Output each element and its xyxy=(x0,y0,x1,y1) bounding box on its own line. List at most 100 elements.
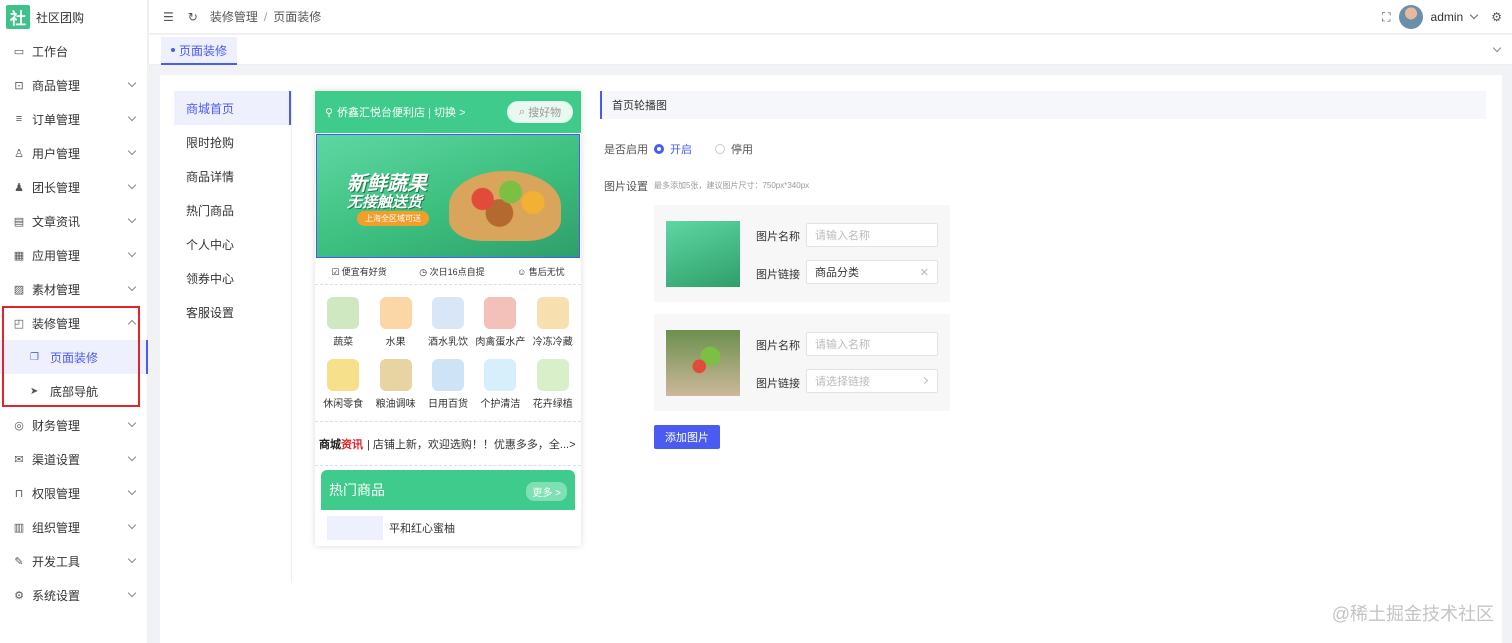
preview-search[interactable]: ⌕ 搜好物 xyxy=(507,101,573,123)
sidebar-item-after-3[interactable]: ▥ 组织管理 xyxy=(0,510,147,544)
dot-icon xyxy=(171,48,175,52)
image-name-input[interactable]: 请输入名称 xyxy=(806,332,938,356)
sidebar-item-7[interactable]: ▨ 素材管理 xyxy=(0,272,147,306)
add-image-button[interactable]: 添加图片 xyxy=(654,425,720,449)
sidebar: 社 社区团购 ▭ 工作台 ⊡ 商品管理 ≡ 订单管理 ♙ 用户管理 ♟ 团长管理 ▤ 文章资讯 ▦ 应用管… xyxy=(0,0,148,643)
sidebar-item-after-0[interactable]: ◎ 财务管理 xyxy=(0,408,147,442)
tab-page-decor[interactable]: 页面装修 xyxy=(161,37,238,65)
category-item[interactable]: 粮油调味 xyxy=(369,353,421,415)
guarantee-strip: ☑ 便宜有好货 ◷ 次日16点自提 ☺ 售后无忧 xyxy=(315,259,581,285)
guarantee-item: ☑ 便宜有好货 xyxy=(331,267,387,277)
store-switch[interactable]: 侨鑫汇悦台便利店 | 切换 > xyxy=(337,104,465,120)
sidebar-item-6[interactable]: ▦ 应用管理 xyxy=(0,238,147,272)
category-label: 花卉绿植 xyxy=(532,398,573,410)
name-label: 图片名称 xyxy=(756,340,800,352)
category-item[interactable]: 肉禽蛋水产 xyxy=(474,291,526,353)
banner-thumbnail[interactable] xyxy=(666,221,740,287)
sidebar-item-label: 财务管理 xyxy=(32,418,81,433)
news-brand: 商城 xyxy=(319,438,341,451)
bag-icon: ⊡ xyxy=(14,79,24,92)
page-item[interactable]: 限时抢购 xyxy=(174,125,291,159)
category-label: 蔬菜 xyxy=(333,336,354,348)
category-item[interactable]: 冷冻冷藏 xyxy=(527,291,579,353)
preview-banner[interactable]: 新鲜蔬果 无接触送货 上海全区域可送 xyxy=(316,134,580,258)
top-header: ☰ ↻ 装修管理 / 页面装修 ⛶ admin ⚙ xyxy=(149,0,1512,34)
category-label: 休闲零食 xyxy=(323,398,364,410)
chevron-down-icon[interactable] xyxy=(1469,10,1479,20)
category-item[interactable]: 花卉绿植 xyxy=(527,353,579,415)
breadcrumb-item[interactable]: 装修管理 xyxy=(210,10,258,24)
sidebar-item-after-1[interactable]: ✉ 渠道设置 xyxy=(0,442,147,476)
page-item[interactable]: 商品详情 xyxy=(174,159,291,193)
sidebar-item-4[interactable]: ♟ 团长管理 xyxy=(0,170,147,204)
more-button[interactable]: 更多 > xyxy=(526,482,567,501)
sidebar-item-5[interactable]: ▤ 文章资讯 xyxy=(0,204,147,238)
category-image xyxy=(431,296,464,329)
product-row[interactable]: 平和红心蜜柚 xyxy=(321,510,575,546)
category-item[interactable]: 个护清洁 xyxy=(474,353,526,415)
article-icon: ▤ xyxy=(13,215,25,228)
menu-toggle-icon[interactable]: ☰ xyxy=(163,10,174,24)
sidebar-item-after-4[interactable]: ✎ 开发工具 xyxy=(0,544,147,578)
image-link-select[interactable]: 请选择链接 xyxy=(806,369,938,393)
radio-label: 开启 xyxy=(670,144,692,156)
gear-icon: ⚙ xyxy=(14,589,24,602)
gear-icon[interactable]: ⚙ xyxy=(1491,10,1502,24)
news-bar[interactable]: 商城 资讯 | 店铺上新，欢迎选购！！优惠多多，全...> xyxy=(315,422,581,466)
category-label: 冷冻冷藏 xyxy=(532,336,573,348)
sidebar-item-after-2[interactable]: ⊓ 权限管理 xyxy=(0,476,147,510)
username[interactable]: admin xyxy=(1431,10,1464,24)
finance-icon: ◎ xyxy=(14,419,24,432)
refresh-icon[interactable]: ↻ xyxy=(188,10,198,24)
page-item[interactable]: 领券中心 xyxy=(174,261,291,295)
sidebar-item-3[interactable]: ♙ 用户管理 xyxy=(0,136,147,170)
section-title: 首页轮播图 xyxy=(600,91,1486,119)
image-name-input[interactable]: 请输入名称 xyxy=(806,223,938,247)
radio-disable[interactable]: 停用 xyxy=(715,141,753,157)
clear-icon[interactable]: ✕ xyxy=(920,266,929,279)
sidebar-item-0[interactable]: ▭ 工作台 xyxy=(0,34,147,68)
lock-icon: ⊓ xyxy=(14,487,24,500)
fruit-basket-image xyxy=(449,171,561,241)
page-item[interactable]: 客服设置 xyxy=(174,295,291,329)
sidebar-item-after-5[interactable]: ⚙ 系统设置 xyxy=(0,578,147,612)
chevron-down-icon xyxy=(127,486,137,496)
chevron-down-icon[interactable] xyxy=(1492,43,1502,53)
chevron-down-icon xyxy=(127,588,137,598)
category-label: 酒水乳饮 xyxy=(427,336,468,348)
sidebar-item-2[interactable]: ≡ 订单管理 xyxy=(0,102,147,136)
chevron-down-icon xyxy=(127,214,137,224)
app-name: 社区团购 xyxy=(36,10,85,25)
chevron-down-icon xyxy=(127,180,137,190)
category-image xyxy=(536,296,569,329)
page-item[interactable]: 热门商品 xyxy=(174,193,291,227)
leader-icon: ♟ xyxy=(14,181,24,194)
category-item[interactable]: 水果 xyxy=(369,291,421,353)
image-link-input[interactable]: 商品分类 ✕ xyxy=(806,260,938,284)
page-item[interactable]: 商城首页 xyxy=(174,91,291,125)
radio-enable[interactable]: 开启 xyxy=(654,141,692,157)
hot-title: 热门商品 xyxy=(329,482,385,498)
category-item[interactable]: 休闲零食 xyxy=(317,353,369,415)
category-item[interactable]: 酒水乳饮 xyxy=(422,291,474,353)
flower-thumbnail[interactable] xyxy=(666,330,740,396)
page-item[interactable]: 个人中心 xyxy=(174,227,291,261)
breadcrumb: 装修管理 / 页面装修 xyxy=(209,10,322,24)
category-grid: 蔬菜 水果 酒水乳饮 肉禽蛋水产 冷冻冷藏休闲零食 粮油调味 日用百货 个护清洁 花卉绿植 xyxy=(315,285,581,422)
category-label: 粮油调味 xyxy=(375,398,416,410)
category-label: 日用百货 xyxy=(427,398,468,410)
app-logo[interactable]: 社 社区团购 xyxy=(0,0,147,34)
sidebar-item-1[interactable]: ⊡ 商品管理 xyxy=(0,68,147,102)
news-brand-highlight: 资讯 xyxy=(341,438,363,451)
sidebar-item-label: 订单管理 xyxy=(32,112,81,127)
chevron-right-icon xyxy=(920,376,929,385)
sidebar-item-label: 开发工具 xyxy=(32,554,81,569)
category-item[interactable]: 日用百货 xyxy=(422,353,474,415)
avatar[interactable] xyxy=(1398,5,1423,29)
sidebar-item-label: 文章资讯 xyxy=(32,214,81,229)
fullscreen-icon[interactable]: ⛶ xyxy=(1382,10,1390,25)
apps-icon: ▦ xyxy=(13,249,25,262)
category-image xyxy=(379,296,412,329)
search-icon: ⌕ xyxy=(518,105,526,118)
category-item[interactable]: 蔬菜 xyxy=(317,291,369,353)
